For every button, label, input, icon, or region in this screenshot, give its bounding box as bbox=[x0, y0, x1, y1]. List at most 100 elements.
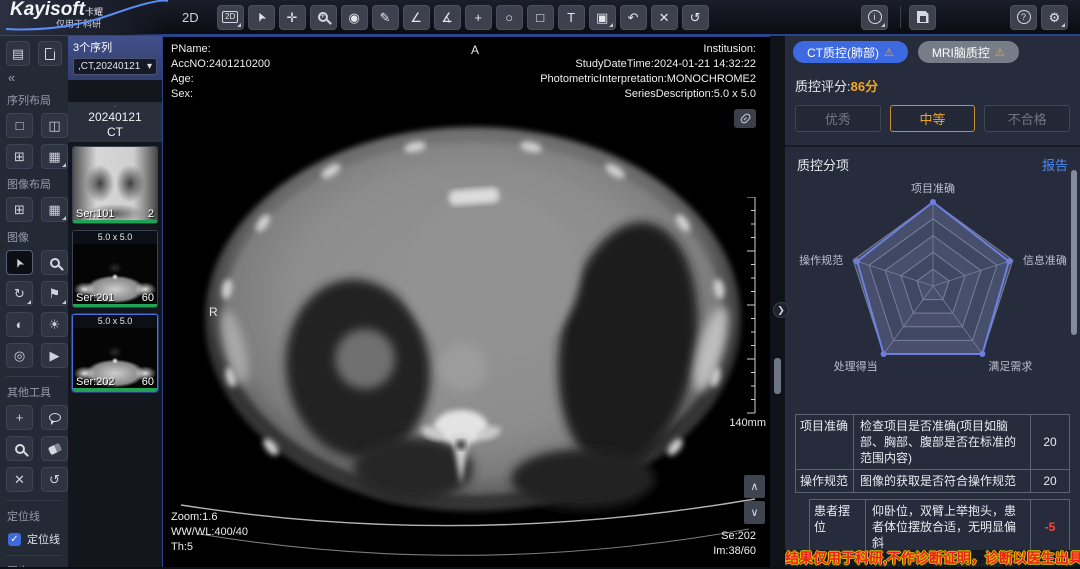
checkbox-checked[interactable]: ✓ bbox=[8, 533, 21, 546]
window-level-tool[interactable]: ☀ bbox=[41, 312, 68, 337]
layout-1x1[interactable]: □ bbox=[6, 113, 33, 138]
pan-tool[interactable]: ✛ bbox=[279, 5, 306, 30]
expand-panel-button[interactable]: ❯ bbox=[773, 302, 789, 318]
view-2d-icon: 2D bbox=[222, 11, 238, 23]
table-row-操作规范: 操作规范图像的获取是否符合操作规范20 bbox=[795, 470, 1070, 493]
qc-score-table: 项目准确检查项目是否准确(项目如脑部、胸部、腹部是否在标准的范围内容)20操作规… bbox=[795, 414, 1070, 567]
series-thumbnail-Ser-101[interactable]: Ser:1012 bbox=[72, 146, 158, 224]
thumbnail-list: Ser:10125.0 x 5.0Ser:201605.0 x 5.0Ser:2… bbox=[68, 142, 162, 396]
cine-flag-tool[interactable]: ⚑ bbox=[41, 281, 68, 306]
magnify-icon bbox=[50, 258, 60, 268]
zoom-tool[interactable] bbox=[310, 5, 337, 30]
link-series-button[interactable] bbox=[734, 109, 756, 128]
overlay-line: AccNO:2401210200 bbox=[171, 57, 270, 72]
series-panel-toggle[interactable]: ▤ bbox=[6, 41, 30, 66]
cobb-angle-tool[interactable]: ∡ bbox=[434, 5, 461, 30]
measure-tool[interactable]: ✎ bbox=[372, 5, 399, 30]
top-toolbar: Kayisoft卡耀 仅用于科研 2D 2D➤✛◉✎∠∡+○□T▣↶✕↺ i ?… bbox=[0, 0, 1080, 36]
delete-annotation-button[interactable]: ✕ bbox=[651, 5, 678, 30]
svg-text:满足需求: 满足需求 bbox=[988, 360, 1032, 373]
pointer-icon: ➤ bbox=[11, 255, 28, 270]
viewer-scrollbar-thumb[interactable] bbox=[774, 358, 781, 394]
logo-subtitle: 仅用于科研 bbox=[56, 19, 168, 29]
pan-icon: ✛ bbox=[287, 11, 298, 24]
clear-annotation-tool[interactable]: ✕ bbox=[6, 467, 33, 492]
overlay-line: SeriesDescription:5.0 x 5.0 bbox=[540, 87, 756, 102]
crosshair-tool[interactable]: + bbox=[6, 405, 33, 430]
qc-tab-MRI脑质控[interactable]: MRI脑质控⚠ bbox=[918, 41, 1019, 63]
localizer-tool[interactable]: ◎ bbox=[6, 343, 33, 368]
undo-button[interactable]: ↶ bbox=[620, 5, 647, 30]
report-link[interactable]: 报告 bbox=[1042, 155, 1068, 174]
panel-divider-strip: ❯ bbox=[770, 36, 785, 567]
row-description: 检查项目是否准确(项目如脑部、胸部、腹部是否在标准的范围内容) bbox=[854, 415, 1031, 469]
series-group-header: · 20240121 CT bbox=[68, 102, 162, 142]
image-report-tool[interactable]: ▣ bbox=[589, 5, 616, 30]
cobb-angle-icon: ∡ bbox=[441, 11, 453, 24]
thumbnail-image-count: 60 bbox=[142, 376, 154, 388]
image-viewport[interactable]: PName:AccNO:2401210200Age:Sex: Institusi… bbox=[163, 36, 770, 567]
series-thumbnail-Ser-202[interactable]: 5.0 x 5.0Ser:20260 bbox=[72, 314, 158, 392]
text-annotation-tool[interactable]: T bbox=[558, 5, 585, 30]
qc-score-value: 86分 bbox=[851, 79, 878, 94]
info-menu-button[interactable]: i bbox=[861, 5, 888, 30]
rect-roi-tool[interactable]: □ bbox=[527, 5, 554, 30]
reset-button[interactable]: ↺ bbox=[682, 5, 709, 30]
checkbox-row-定位线[interactable]: ✓定位线 bbox=[8, 531, 62, 547]
help-button[interactable]: ? bbox=[1010, 5, 1037, 30]
reset-view-icon: ↺ bbox=[49, 472, 60, 488]
save-button[interactable] bbox=[909, 5, 936, 30]
image-layout-2x2[interactable]: ⊞ bbox=[6, 197, 33, 222]
info-menu-icon: i bbox=[868, 10, 882, 24]
series-header: 3个序列 ,CT,20240121 ▾ bbox=[68, 36, 162, 80]
overlay-line: StudyDateTime:2024-01-21 14:32:22 bbox=[540, 57, 756, 72]
series-thumbnail-Ser-201[interactable]: 5.0 x 5.0Ser:20160 bbox=[72, 230, 158, 308]
ellipse-roi-tool[interactable]: ○ bbox=[496, 5, 523, 30]
local-magnify-tool[interactable] bbox=[6, 436, 33, 461]
settings-button[interactable]: ⚙ bbox=[1041, 5, 1068, 30]
play-tool[interactable]: ▶ bbox=[41, 343, 68, 368]
study-select-dropdown[interactable]: ,CT,20240121 ▾ bbox=[73, 58, 157, 75]
report-panel-toggle[interactable] bbox=[38, 41, 62, 66]
qc-panel: CT质控(肺部)⚠MRI脑质控⚠ 质控评分:86分 优秀中等不合格 质控分项 报… bbox=[785, 36, 1080, 567]
layout-1x2[interactable]: ◫ bbox=[41, 113, 68, 138]
angle-tool[interactable]: ∠ bbox=[403, 5, 430, 30]
probe-tool[interactable]: ◉ bbox=[341, 5, 368, 30]
view-2d-menu[interactable]: 2D bbox=[217, 5, 244, 30]
logo-text: Kayisoft bbox=[10, 0, 85, 20]
point-marker-tool[interactable]: + bbox=[465, 5, 492, 30]
thumbnail-image-count: 2 bbox=[148, 208, 154, 220]
grade-button-不合格[interactable]: 不合格 bbox=[984, 105, 1070, 132]
rotate-flip-tool[interactable]: ↻ bbox=[6, 281, 33, 306]
checkbox-section: 定位线✓定位线 bbox=[6, 500, 62, 547]
overlay-line: Institusion: bbox=[540, 42, 756, 57]
magnify-tool[interactable] bbox=[41, 250, 68, 275]
eraser-tool[interactable] bbox=[41, 436, 68, 461]
image-layout-nxn[interactable]: ▦ bbox=[41, 197, 68, 222]
layout-2x2[interactable]: ⊞ bbox=[6, 144, 33, 169]
tool-section: 图像布局⊞▦ bbox=[6, 176, 62, 222]
patient-info-overlay: PName:AccNO:2401210200Age:Sex: bbox=[171, 42, 270, 102]
layout-nxn[interactable]: ▦ bbox=[41, 144, 68, 169]
scroll-up-button[interactable]: ∧ bbox=[744, 475, 765, 498]
row-name: 患者摆位 bbox=[810, 500, 866, 554]
grade-button-中等[interactable]: 中等 bbox=[890, 105, 976, 132]
collapse-sidebar-button[interactable]: « bbox=[8, 70, 62, 85]
row-score: -5 bbox=[1031, 500, 1069, 554]
series-group-modality: CT bbox=[68, 125, 162, 140]
layout-nxn-icon: ▦ bbox=[48, 149, 60, 165]
comment-tool[interactable] bbox=[41, 405, 68, 430]
reset-view-tool[interactable]: ↺ bbox=[41, 467, 68, 492]
pointer-tool[interactable]: ➤ bbox=[248, 5, 275, 30]
grade-button-优秀[interactable]: 优秀 bbox=[795, 105, 881, 132]
qc-tab-CT质控(肺部)[interactable]: CT质控(肺部)⚠ bbox=[793, 41, 908, 63]
qc-scrollbar-thumb[interactable] bbox=[1071, 170, 1077, 335]
measure-icon: ✎ bbox=[380, 11, 391, 24]
series-count-label: 3个序列 bbox=[73, 39, 157, 55]
thumbnail-series-label: Ser:202 bbox=[76, 376, 115, 388]
section-title: 图像布局 bbox=[7, 176, 62, 192]
scroll-down-button[interactable]: ∨ bbox=[744, 501, 765, 524]
pointer-tool[interactable]: ➤ bbox=[6, 250, 33, 275]
row-name: 项目准确 bbox=[796, 415, 854, 469]
invert-tool[interactable]: ◐ bbox=[6, 312, 33, 337]
